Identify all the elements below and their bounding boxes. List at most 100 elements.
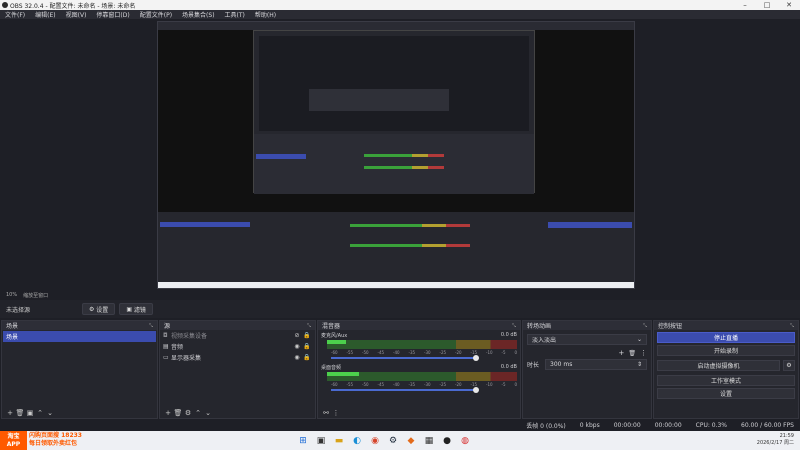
status-bar: 丢帧 0 (0.0%) 0 kbps 00:00:00 00:00:00 CPU…	[0, 419, 800, 431]
netease-music-icon[interactable]: ◍	[457, 433, 473, 448]
meter-tick: -30	[424, 350, 431, 355]
dock-options-icon[interactable]: ⤡	[512, 323, 516, 329]
lock-icon[interactable]: 🔒	[302, 332, 312, 339]
settings-button[interactable]: 设置	[657, 388, 795, 399]
monitor-icon: ▭	[163, 354, 169, 361]
add-icon[interactable]: +	[163, 409, 173, 417]
captured-docks	[158, 212, 634, 282]
transitions-dock-title: 转场动画	[527, 323, 552, 330]
minimize-icon[interactable]: –	[734, 0, 756, 10]
audio-icon: ▤	[163, 343, 169, 350]
scene-item[interactable]: 场景	[3, 331, 156, 342]
mixer-channel: 麦克风/Aux 0.0 dB -60 -55 -50 -45 -40 -35 -30 -25-…	[318, 330, 520, 362]
source-item[interactable]: ▭ 显示器采集 ◉ 🔒	[160, 352, 315, 363]
meter-tick: 0	[514, 382, 517, 387]
duration-input[interactable]: 300 ms ⇕	[545, 359, 647, 370]
volume-slider[interactable]	[331, 387, 517, 393]
volume-meter	[327, 372, 517, 381]
move-down-icon[interactable]: ⌄	[45, 409, 55, 417]
filter-icon[interactable]: ▣	[25, 409, 35, 417]
menu-help[interactable]: 帮助(H)	[250, 10, 281, 19]
advanced-audio-icon[interactable]: ⚯	[321, 409, 331, 417]
transition-select[interactable]: 淡入淡出 ⌄	[527, 334, 647, 345]
lock-icon[interactable]: 🔒	[302, 354, 312, 361]
meter-tick: -50	[362, 350, 369, 355]
maximize-icon[interactable]: □	[756, 0, 778, 10]
captured-preview	[158, 30, 634, 212]
stop-streaming-button[interactable]: 停止直播	[657, 332, 795, 343]
move-up-icon[interactable]: ⌃	[193, 409, 203, 417]
edge-icon[interactable]: ◐	[349, 433, 365, 448]
start-recording-button[interactable]: 开始录制	[657, 345, 795, 356]
menu-profile[interactable]: 配置文件(P)	[135, 10, 177, 19]
windows-start-icon[interactable]: ⊞	[295, 433, 311, 448]
preview-canvas[interactable]	[157, 21, 635, 289]
eye-icon[interactable]: ◉	[292, 343, 302, 350]
captured-nested-screen	[253, 30, 535, 194]
start-virtual-camera-button[interactable]: 启动虚拟摄像机	[657, 360, 780, 371]
add-icon[interactable]: +	[619, 349, 625, 357]
sources-dock-footer: + 🗑 ⚙ ⌃ ⌄	[160, 407, 315, 418]
dock-options-icon[interactable]: ⤡	[149, 323, 153, 329]
menu-docks[interactable]: 停靠窗口(D)	[91, 10, 134, 19]
no-source-selected: 未选择源	[6, 306, 31, 314]
meter-tick: -60	[331, 382, 338, 387]
studio-mode-button[interactable]: 工作室模式	[657, 375, 795, 386]
move-up-icon[interactable]: ⌃	[35, 409, 45, 417]
source-filters-button[interactable]: ▣ 滤镜	[119, 303, 153, 315]
menu-file[interactable]: 文件(F)	[0, 10, 30, 19]
eye-hidden-icon[interactable]: ⊘	[292, 332, 302, 339]
menu-view[interactable]: 视图(V)	[61, 10, 92, 19]
cpu-usage: CPU: 0.3%	[695, 421, 728, 429]
virtual-camera-settings-button[interactable]: ⚙	[783, 360, 795, 371]
captured-scene-selection	[256, 154, 306, 159]
sources-dock-header: 源 ⤡	[160, 321, 315, 330]
filter-icon: ▣	[126, 305, 134, 313]
slider-knob[interactable]	[473, 387, 479, 393]
file-explorer-icon[interactable]: ▬	[331, 433, 347, 448]
gear-icon[interactable]: ⚙	[183, 409, 193, 417]
volume-slider[interactable]	[331, 355, 517, 361]
taskbar-apps: ⊞ ▣ ▬ ◐ ◉ ⚙ ◆ ▦ ● ◍	[295, 433, 475, 448]
menu-edit[interactable]: 编辑(E)	[30, 10, 60, 19]
meter-tick: -55	[346, 350, 354, 355]
close-icon[interactable]: ✕	[778, 0, 800, 10]
clock-time: 21:59	[779, 433, 794, 439]
taobao-app-logo[interactable]: 淘宝 APP	[0, 431, 27, 450]
dock-options-icon[interactable]: ⤡	[643, 323, 647, 329]
dock-options-icon[interactable]: ⤡	[307, 323, 311, 329]
menu-tools[interactable]: 工具(T)	[220, 10, 250, 19]
app-icon[interactable]: ◆	[403, 433, 419, 448]
task-view-icon[interactable]: ▣	[313, 433, 329, 448]
lock-icon[interactable]: 🔒	[302, 343, 312, 350]
taskbar-ad-text[interactable]: 闪购页面搜 18233 每日领取外卖红包	[29, 432, 82, 448]
meter-tick: -10	[486, 382, 493, 387]
source-item[interactable]: ▤ 音频 ◉ 🔒	[160, 341, 315, 352]
obs-app-icon[interactable]: ●	[439, 433, 455, 448]
more-options-icon[interactable]: ⋮	[640, 349, 647, 357]
dock-options-icon[interactable]: ⤡	[790, 323, 794, 329]
meter-tick: -25	[439, 350, 447, 355]
menu-scene-collection[interactable]: 场景集合(S)	[177, 10, 220, 19]
chrome-icon[interactable]: ◉	[367, 433, 383, 448]
trash-icon[interactable]: 🗑	[15, 409, 25, 417]
slider-knob[interactable]	[473, 355, 479, 361]
zoom-level[interactable]: 10%	[0, 292, 17, 298]
camera-icon: ◘	[163, 332, 168, 339]
steam-icon[interactable]: ⚙	[385, 433, 401, 448]
source-item[interactable]: ◘ 视频采集设备 ⊘ 🔒	[160, 330, 315, 341]
more-options-icon[interactable]: ⋮	[331, 409, 341, 417]
fps: 60.00 / 60.00 FPS	[741, 421, 794, 429]
system-tray[interactable]: 21:59 2026/2/17 周二	[757, 433, 794, 447]
captured-nested-preview	[259, 36, 529, 131]
trash-icon[interactable]: 🗑	[173, 409, 183, 417]
terminal-icon[interactable]: ▦	[421, 433, 437, 448]
meter-ticks: -60 -55 -50 -45 -40 -35 -30 -25 -20 -15 -10 -5 0	[331, 350, 517, 355]
virtual-cam-row: 启动虚拟摄像机 ⚙	[654, 358, 798, 373]
move-down-icon[interactable]: ⌄	[203, 409, 213, 417]
trash-icon[interactable]: 🗑	[628, 350, 636, 357]
add-icon[interactable]: +	[5, 409, 15, 417]
eye-icon[interactable]: ◉	[292, 354, 302, 361]
fit-to-window[interactable]: 缩放至窗口	[17, 292, 48, 299]
source-settings-button[interactable]: ⚙ 设置	[82, 303, 116, 315]
